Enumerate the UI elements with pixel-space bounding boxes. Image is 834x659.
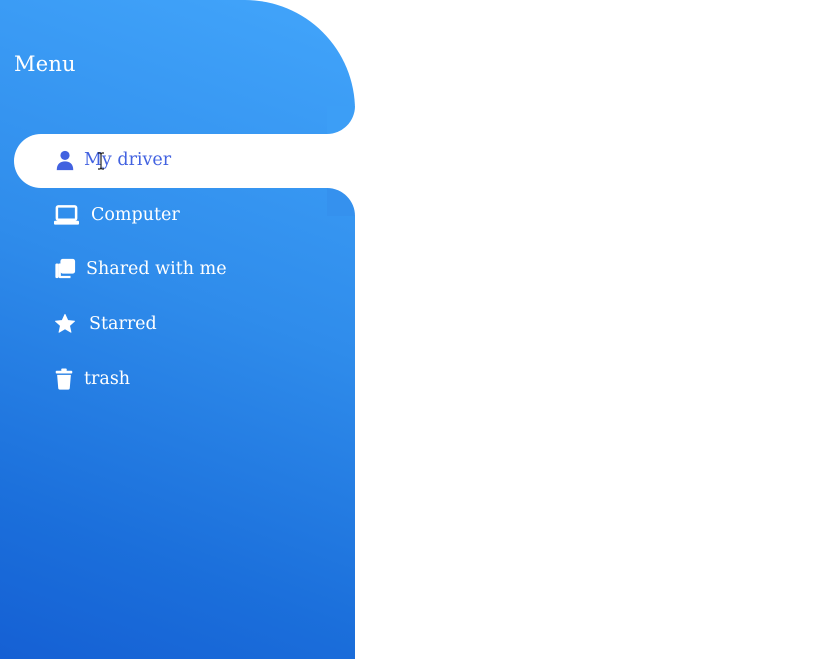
- sidebar-item-my-driver[interactable]: My driver: [14, 134, 355, 188]
- text-cursor-icon: [98, 152, 104, 170]
- sidebar-item-trash[interactable]: trash: [0, 353, 355, 407]
- laptop-icon: [54, 204, 79, 226]
- active-item-curve-top: [327, 106, 355, 134]
- sidebar-item-shared-with-me[interactable]: Shared with me: [0, 243, 355, 297]
- menu-title: Menu: [14, 52, 76, 76]
- sidebar-item-label: Starred: [89, 314, 157, 334]
- user-icon: [54, 149, 76, 171]
- sidebar-item-label: Shared with me: [86, 259, 227, 279]
- sidebar-item-computer[interactable]: Computer: [0, 189, 355, 243]
- sidebar-item-label: Computer: [91, 205, 180, 225]
- sidebar: Menu My driver Computer Shared with me S…: [0, 0, 355, 659]
- copy-icon: [54, 258, 76, 280]
- sidebar-item-label: trash: [84, 369, 131, 389]
- trash-icon: [54, 368, 74, 390]
- star-icon: [54, 313, 76, 335]
- sidebar-item-starred[interactable]: Starred: [0, 298, 355, 352]
